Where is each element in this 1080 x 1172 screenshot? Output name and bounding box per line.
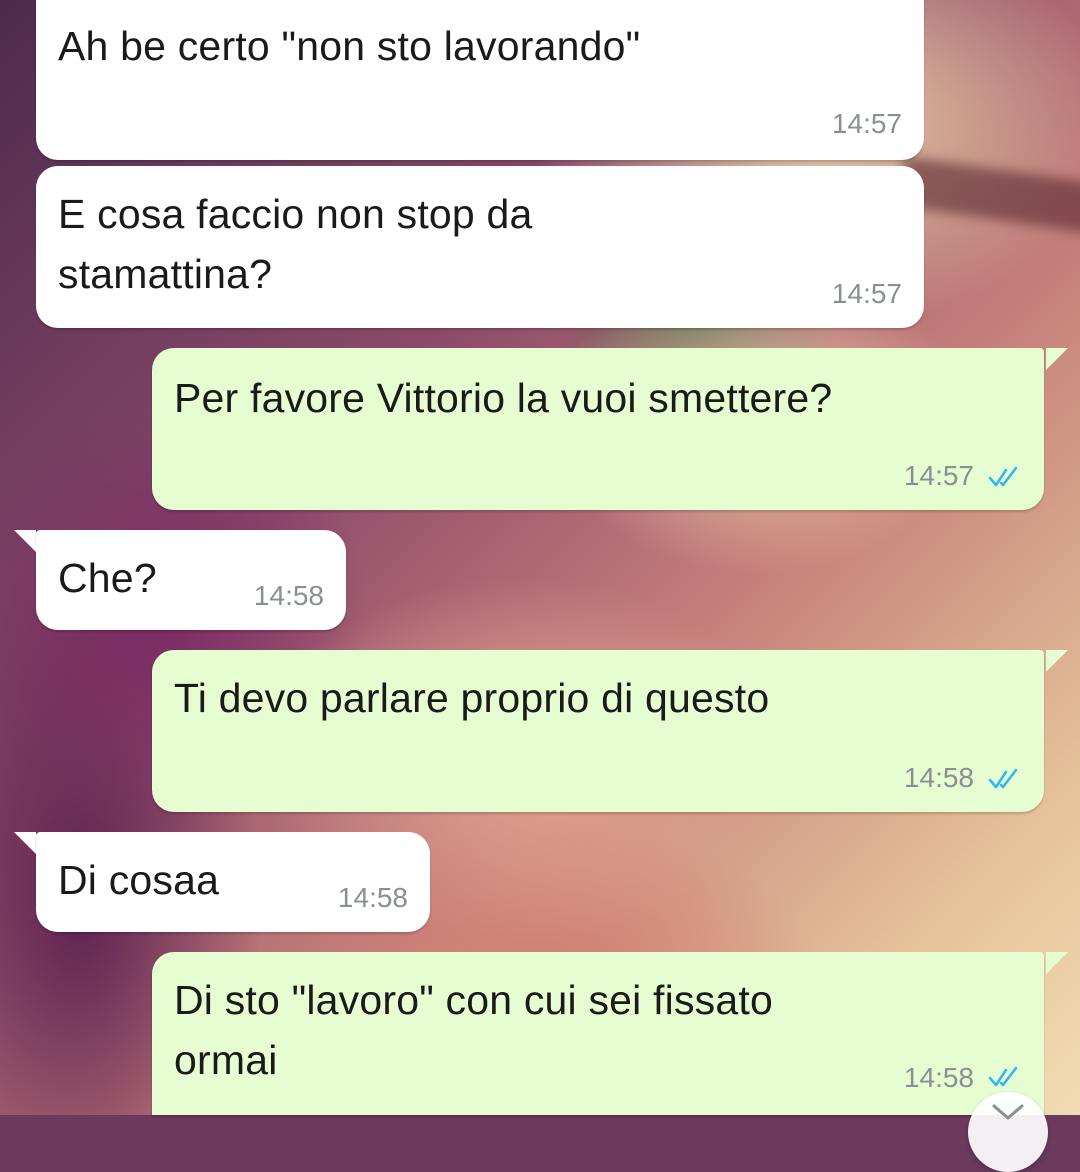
- bubble-tail: [1046, 952, 1068, 974]
- bubble-tail: [1046, 348, 1068, 370]
- message-bubble-incoming[interactable]: Ah be certo "non sto lavorando" 14:57: [36, 0, 924, 160]
- message-text: E cosa faccio non stop da stamattina?: [58, 191, 533, 297]
- message-bubble-incoming[interactable]: Che? 14:58: [36, 530, 346, 630]
- double-check-icon: [988, 1066, 1018, 1087]
- message-text: Ah be certo "non sto lavorando": [58, 23, 641, 69]
- message-text: Che?: [58, 555, 157, 601]
- message-text: Per favore Vittorio la vuoi smettere?: [174, 375, 833, 421]
- message-time: 14:58: [337, 882, 408, 913]
- scroll-to-bottom-button[interactable]: [968, 1092, 1048, 1172]
- message-time: 14:58: [903, 762, 974, 793]
- message-time: 14:57: [903, 460, 974, 491]
- message-bubble-outgoing[interactable]: Di sto "lavoro" con cui sei fissato orma…: [152, 952, 1044, 1115]
- message-bubble-outgoing[interactable]: Ti devo parlare proprio di questo 14:58: [152, 650, 1044, 812]
- chevron-down-icon: [992, 1104, 1024, 1120]
- message-bubble-incoming[interactable]: E cosa faccio non stop da stamattina? 14…: [36, 166, 924, 328]
- double-check-icon: [988, 768, 1018, 789]
- message-time: 14:58: [253, 580, 324, 611]
- bubble-tail: [14, 530, 36, 552]
- message-bubble-outgoing[interactable]: Per favore Vittorio la vuoi smettere? 14…: [152, 348, 1044, 510]
- bubble-tail: [14, 832, 36, 854]
- message-bubble-incoming[interactable]: Di cosaa 14:58: [36, 832, 430, 932]
- message-text: Ti devo parlare proprio di questo: [174, 675, 770, 721]
- double-check-icon: [988, 466, 1018, 487]
- bubble-tail: [1046, 650, 1068, 672]
- message-text: Di sto "lavoro" con cui sei fissato orma…: [174, 977, 773, 1083]
- message-time: 14:58: [903, 1062, 974, 1093]
- message-time: 14:57: [831, 108, 902, 139]
- message-text: Di cosaa: [58, 857, 220, 903]
- message-time: 14:57: [831, 278, 902, 309]
